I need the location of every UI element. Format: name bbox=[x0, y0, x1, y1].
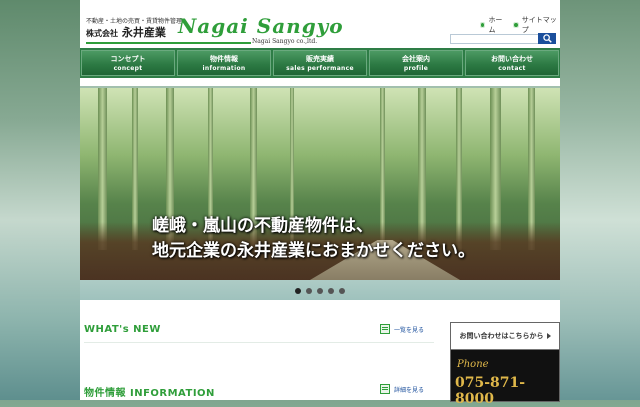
nav-spacer bbox=[80, 78, 560, 86]
background-left bbox=[0, 0, 80, 400]
hero-line-2: 地元企業の永井産業におまかせください。 bbox=[152, 241, 475, 261]
site-logo[interactable]: Nagai Sangyo bbox=[178, 14, 344, 38]
hero-caption: 嵯峨・嵐山の不動産物件は、 地元企業の永井産業におまかせください。 bbox=[152, 214, 475, 264]
slider-dots bbox=[80, 288, 560, 294]
bullet-icon bbox=[513, 22, 519, 28]
bullet-icon bbox=[480, 22, 486, 28]
nav-label-jp: 物件情報 bbox=[210, 55, 238, 63]
section-divider bbox=[84, 342, 434, 343]
link-home-label: ホーム bbox=[488, 16, 503, 34]
contact-header: お問い合わせはこちらから bbox=[451, 323, 559, 350]
nav-item-concept[interactable]: コンセプト concept bbox=[81, 50, 175, 76]
arrow-right-icon bbox=[546, 333, 551, 339]
page-container: 不動産・土地の売買・賃貸物件管理 株式会社 永井産業 Nagai Sangyo … bbox=[80, 0, 560, 407]
logo-subtitle: Nagai Sangyo co.,ltd. bbox=[252, 38, 318, 45]
top-links: ホーム サイトマップ bbox=[480, 15, 560, 35]
news-section: WHAT's NEW 一覧を見る bbox=[80, 300, 440, 340]
nav-label-en: contact bbox=[498, 65, 526, 72]
information-link-label: 詳細を見る bbox=[394, 386, 425, 394]
main-nav: コンセプト concept 物件情報 information 販売実績 sale… bbox=[80, 48, 560, 78]
news-link-label: 一覧を見る bbox=[394, 326, 425, 334]
news-title: WHAT's NEW bbox=[84, 324, 161, 335]
hero-line-1: 嵯峨・嵐山の不動産物件は、 bbox=[152, 216, 373, 236]
company-name-text: 永井産業 bbox=[121, 26, 166, 39]
information-title: 物件情報 INFORMATION bbox=[84, 388, 215, 399]
contact-header-label: お問い合わせはこちらから bbox=[459, 332, 544, 340]
slider-dot[interactable] bbox=[339, 288, 345, 294]
company-name[interactable]: 株式会社 永井産業 bbox=[86, 24, 166, 40]
nav-label-en: profile bbox=[403, 65, 429, 72]
site-header: 不動産・土地の売買・賃貸物件管理 株式会社 永井産業 Nagai Sangyo … bbox=[80, 0, 560, 48]
nav-label-jp: お問い合わせ bbox=[491, 55, 533, 63]
list-icon bbox=[380, 324, 390, 334]
nav-item-contact[interactable]: お問い合わせ contact bbox=[465, 50, 559, 76]
contact-banner[interactable]: お問い合わせはこちらから Phone 075-871-8000 bbox=[450, 322, 560, 407]
list-icon bbox=[380, 384, 390, 394]
link-sitemap-label: サイトマップ bbox=[521, 16, 557, 34]
slider-dot[interactable] bbox=[295, 288, 301, 294]
link-home[interactable]: ホーム bbox=[480, 15, 507, 35]
nav-label-jp: 販売実績 bbox=[306, 55, 334, 63]
phone-number: 075-871-8000 bbox=[455, 375, 526, 407]
phone-label: Phone bbox=[457, 359, 489, 370]
nav-label-jp: コンセプト bbox=[110, 55, 146, 63]
nav-item-profile[interactable]: 会社案内 profile bbox=[369, 50, 463, 76]
logo-underline bbox=[86, 42, 251, 44]
link-sitemap[interactable]: サイトマップ bbox=[513, 15, 560, 35]
background-right bbox=[560, 0, 640, 400]
slider-dot[interactable] bbox=[328, 288, 334, 294]
company-prefix: 株式会社 bbox=[86, 28, 118, 38]
main-content: WHAT's NEW 一覧を見る 物件情報 INFORMATION 詳細を見る … bbox=[80, 300, 560, 407]
nav-label-en: information bbox=[202, 65, 246, 72]
information-section: 物件情報 INFORMATION 詳細を見る bbox=[80, 360, 440, 400]
nav-label-en: concept bbox=[113, 65, 143, 72]
hero-banner: 嵯峨・嵐山の不動産物件は、 地元企業の永井産業におまかせください。 bbox=[80, 88, 560, 280]
information-details-link[interactable]: 詳細を見る bbox=[380, 384, 424, 394]
nav-label-jp: 会社案内 bbox=[402, 55, 430, 63]
nav-item-sales-performance[interactable]: 販売実績 sales performance bbox=[273, 50, 367, 76]
slider-dot[interactable] bbox=[306, 288, 312, 294]
news-view-all-link[interactable]: 一覧を見る bbox=[380, 324, 424, 334]
search-button[interactable] bbox=[538, 33, 556, 44]
nav-item-information[interactable]: 物件情報 information bbox=[177, 50, 271, 76]
search-icon bbox=[542, 34, 552, 43]
search-input[interactable] bbox=[450, 34, 542, 44]
slider-dot[interactable] bbox=[317, 288, 323, 294]
nav-label-en: sales performance bbox=[286, 65, 354, 72]
